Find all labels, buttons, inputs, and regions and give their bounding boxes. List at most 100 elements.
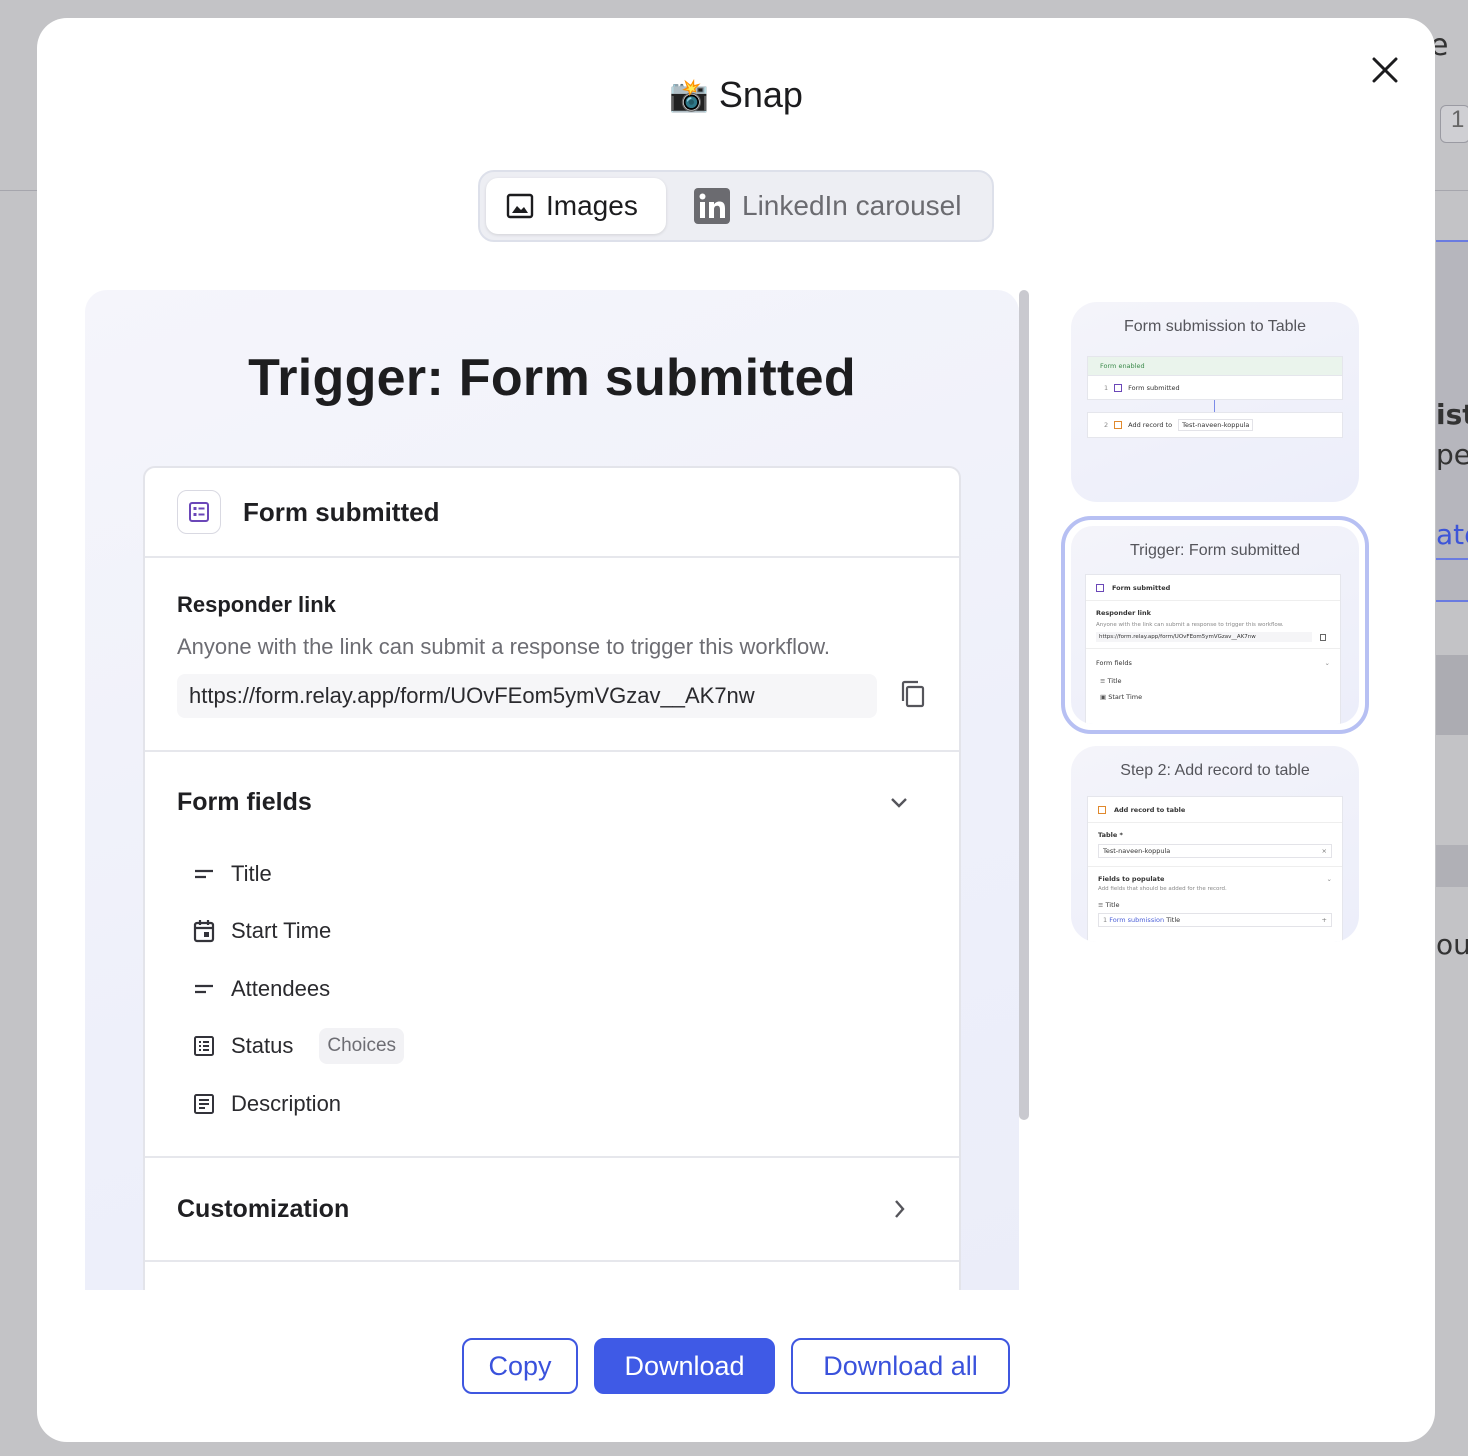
- thumbnail-title: Step 2: Add record to table: [1120, 762, 1310, 779]
- thumbnail-step-2[interactable]: Step 2: Add record to table Add record t…: [1071, 746, 1359, 942]
- tab-linkedin-carousel[interactable]: LinkedIn carousel: [666, 178, 981, 234]
- download-button[interactable]: Download: [594, 1338, 775, 1394]
- add-icon: +: [1321, 916, 1327, 924]
- mini-step-label: Form submitted: [1128, 383, 1180, 392]
- form-icon: [1096, 583, 1104, 592]
- mini-field-name: Title: [1105, 901, 1120, 909]
- background-accent-line: [1436, 558, 1468, 560]
- mini-step-number: 2: [1104, 421, 1109, 429]
- form-icon: [177, 490, 221, 534]
- preview-scrollbar[interactable]: [1019, 290, 1029, 1120]
- calendar-icon: ▣: [1100, 693, 1107, 701]
- table-icon: [1098, 805, 1106, 814]
- mini-step: 1 Form submitted: [1087, 376, 1343, 400]
- field-name: Description: [231, 1090, 342, 1116]
- mini-enabled-banner: Form enabled: [1087, 356, 1343, 376]
- camera-flash-icon: 📸: [669, 77, 709, 113]
- preview-title: Trigger: Form submitted: [248, 349, 856, 407]
- field-name: Start Time: [231, 918, 332, 944]
- customization-section: Customization: [145, 1158, 959, 1262]
- chevron-right-icon: [895, 1200, 905, 1218]
- copy-button[interactable]: Copy: [462, 1338, 578, 1394]
- chevron-down-icon: ⌄: [1326, 875, 1332, 883]
- mini-url: https://form.relay.app/form/UOvFEom5ymVG…: [1096, 632, 1312, 642]
- responder-description: Anyone with the link can submit a respon…: [177, 634, 830, 659]
- list-item: Status Choices: [193, 1018, 927, 1076]
- mini-table-label: Table *: [1098, 831, 1123, 839]
- thumbnail-workflow-overview[interactable]: Form submission to Table Form enabled 1 …: [1071, 302, 1359, 502]
- modal-title-text: Snap: [718, 74, 803, 115]
- mini-fields-label: Form fields: [1096, 659, 1132, 667]
- calendar-icon: [193, 919, 215, 943]
- customization-label: Customization: [177, 1194, 350, 1223]
- list-item: Title: [193, 845, 927, 903]
- mini-connector: [1214, 400, 1215, 412]
- mini-field: ▣ Start Time: [1096, 693, 1330, 701]
- form-icon: [1114, 383, 1123, 392]
- field-name: Title: [231, 860, 272, 886]
- mini-card-header: Form submitted: [1112, 583, 1171, 592]
- background-text: oula: [1436, 928, 1468, 961]
- mini-field-value: Title: [1166, 916, 1181, 924]
- responder-section: Responder link Anyone with the link can …: [145, 558, 959, 752]
- card-header: Form submitted: [145, 468, 959, 558]
- background-panel: [1436, 655, 1468, 735]
- thumbnail-title: Form submission to Table: [1124, 318, 1306, 335]
- download-all-button[interactable]: Download all: [791, 1338, 1010, 1394]
- tab-label: LinkedIn carousel: [742, 190, 962, 221]
- form-fields-list: Title Start Time Attendees Status Choice…: [177, 845, 927, 1133]
- step-card: Form submitted Responder link Anyone wit…: [143, 466, 961, 1290]
- card-header-label: Form submitted: [243, 496, 440, 527]
- mini-field: ≡ Title: [1096, 677, 1330, 685]
- tab-label: Images: [546, 190, 638, 221]
- thumbnail-trigger-selected[interactable]: Trigger: Form submitted Form submitted R…: [1061, 516, 1369, 734]
- mini-populate-label: Fields to populate: [1098, 875, 1165, 883]
- mini-step-number: 1: [1104, 383, 1109, 392]
- form-fields-section: Form fields Title Start Time Attendees S…: [145, 752, 959, 1158]
- mini-step: 2 Add record to Test-naveen-koppula: [1087, 412, 1343, 438]
- field-type-chip: Choices: [319, 1028, 405, 1065]
- document-icon: [193, 1093, 215, 1115]
- thumbnail-title: Trigger: Form submitted: [1129, 542, 1301, 559]
- mini-card: Form submitted Responder link Anyone wit…: [1085, 574, 1341, 724]
- mini-table-value: Test-naveen-koppula: [1103, 847, 1171, 855]
- background-text: ist: [1436, 398, 1468, 431]
- mini-populate-desc: Add fields that should be added for the …: [1098, 886, 1227, 892]
- mini-responder-desc: Anyone with the link can submit a respon…: [1096, 622, 1284, 628]
- chevron-down-icon: ⌄: [1324, 659, 1330, 667]
- responder-label: Responder link: [177, 592, 336, 617]
- background-panel: [1436, 845, 1468, 887]
- clear-icon: ×: [1321, 847, 1327, 855]
- mini-card: Add record to table Table * Test-naveen-…: [1087, 796, 1343, 942]
- text-lines-icon: [193, 982, 215, 996]
- field-name: Status: [231, 1033, 294, 1059]
- form-fields-label: Form fields: [177, 788, 312, 816]
- list-icon: [193, 1035, 215, 1057]
- copy-icon: [1320, 633, 1326, 641]
- background-link: ate: [1436, 518, 1468, 551]
- mini-field-name: Title: [1107, 677, 1122, 685]
- copy-link-icon: [899, 679, 927, 714]
- snap-modal: 📸 Snap Images LinkedIn carousel Trigger:…: [37, 18, 1435, 1442]
- background-badge: 1: [1440, 105, 1468, 143]
- list-item: Description: [193, 1075, 927, 1133]
- background-accent-line: [1436, 600, 1468, 602]
- format-tabs: Images LinkedIn carousel: [478, 170, 994, 242]
- mini-responder-label: Responder link: [1096, 609, 1151, 617]
- tab-images[interactable]: Images: [486, 178, 666, 234]
- image-preview: Trigger: Form submitted Form submitted R…: [85, 290, 1019, 1290]
- mini-table-chip: Test-naveen-koppula: [1178, 419, 1254, 431]
- text-lines-icon: [193, 867, 215, 881]
- list-item: Start Time: [193, 903, 927, 961]
- mini-field-source: Form submission: [1109, 916, 1165, 924]
- chevron-down-icon: [891, 797, 907, 808]
- image-icon: [506, 193, 534, 219]
- background-text: pel: [1436, 438, 1468, 471]
- mini-field-name: Start Time: [1108, 693, 1143, 701]
- mini-field-number: 1: [1103, 916, 1108, 924]
- linkedin-icon: [694, 188, 730, 224]
- mini-field: ≡ Title: [1098, 901, 1332, 909]
- text-lines-icon: ≡: [1100, 677, 1106, 685]
- text-lines-icon: ≡: [1098, 901, 1104, 909]
- list-item: Attendees: [193, 960, 927, 1018]
